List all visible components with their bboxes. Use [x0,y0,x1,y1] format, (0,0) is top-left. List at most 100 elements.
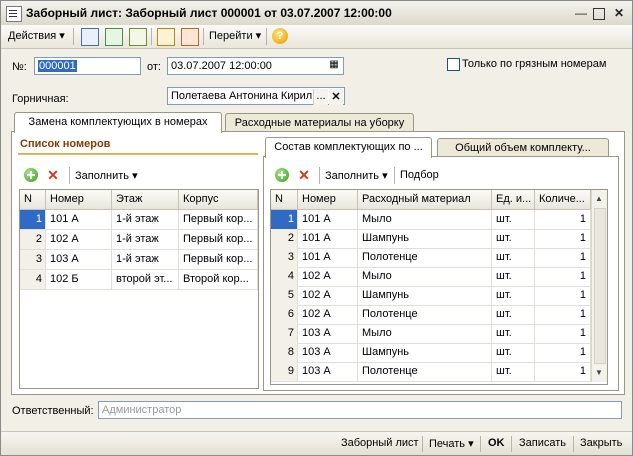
select-button[interactable]: Подбор [400,169,439,181]
dropdown-arrow-icon: ▾ [255,30,262,42]
scroll-down-icon[interactable]: ▼ [592,366,606,380]
goto-menu[interactable]: Перейти ▾ [209,28,261,44]
maximize-icon[interactable] [593,8,605,20]
unit-cell: шт. [492,229,535,248]
divider [151,28,152,45]
rooms-group-title: Список номеров [20,138,111,150]
close-button[interactable]: Закрыть [580,437,622,449]
table-row[interactable]: 2 101 А Шампунь шт. 1 [271,229,591,249]
table-row[interactable]: 3 103 А 1-й этаж Первый кор... [20,250,258,270]
scroll-thumb[interactable] [594,208,606,364]
row-number: 9 [271,362,298,381]
material-cell: Шампунь [358,286,492,305]
col-n[interactable]: N [271,190,298,209]
room-cell: 103 А [298,343,358,362]
row-number: 2 [271,229,298,248]
table-row[interactable]: 8 103 А Шампунь шт. 1 [271,343,591,363]
tab-components-total[interactable]: Общий объем комплекту... [437,138,609,157]
document-window: Заборный лист: Заборный лист 000001 от 0… [0,0,633,456]
table-row[interactable]: 1 101 А Мыло шт. 1 [271,210,591,230]
unit-cell: шт. [492,343,535,362]
floor-cell: второй эт... [112,270,179,289]
minimize-icon[interactable]: — [574,6,588,20]
goto-label: Перейти [209,30,253,42]
help-icon[interactable]: ? [272,28,288,44]
table-row[interactable]: 2 102 А 1-й этаж Первый кор... [20,230,258,250]
unit-cell: шт. [492,286,535,305]
tab-components-composition[interactable]: Состав комплектующих по ... [265,137,432,158]
divider [266,28,267,45]
col-n[interactable]: N [20,190,46,209]
document-print-button[interactable]: Заборный лист [341,437,419,449]
quantity-cell: 1 [535,286,591,305]
row-number: 6 [271,305,298,324]
tab-consumables-cleaning[interactable]: Расходные материалы на уборку [225,113,414,132]
calendar-icon[interactable]: ▦ [327,58,341,72]
post-document-icon[interactable] [81,28,99,46]
add-row-icon[interactable] [275,168,289,182]
table-row[interactable]: 7 103 А Мыло шт. 1 [271,324,591,344]
maid-clear-icon[interactable]: ✕ [329,89,343,105]
room-cell: 103 А [298,324,358,343]
divider [511,436,512,452]
room-cell: 103 А [46,250,112,269]
delete-row-icon[interactable]: ✕ [297,168,311,182]
refresh-icon[interactable] [105,28,123,46]
row-number: 3 [20,250,46,269]
based-on-icon[interactable] [157,28,175,46]
col-building[interactable]: Корпус [179,190,258,209]
components-fill-menu[interactable]: Заполнить ▾ [325,169,388,182]
fill-label: Заполнить [325,170,380,182]
table-row[interactable]: 4 102 Б второй эт... Второй кор... [20,270,258,290]
table-row[interactable]: 6 102 А Полотенце шт. 1 [271,305,591,325]
responsible-field[interactable]: Администратор [98,401,622,419]
maid-select-button[interactable]: ... [313,89,328,105]
close-window-icon[interactable]: ✕ [612,6,626,20]
number-field[interactable]: 000001 [34,57,141,75]
delete-row-icon[interactable]: ✕ [46,168,60,182]
table-row[interactable]: 1 101 А 1-й этаж Первый кор... [20,210,258,230]
material-cell: Полотенце [358,305,492,324]
movements-icon[interactable] [181,28,199,46]
responsible-value: Администратор [102,404,182,416]
ok-button[interactable]: OK [488,437,505,449]
dropdown-arrow-icon: ▾ [468,438,474,450]
unit-cell: шт. [492,362,535,381]
date-value: 03.07.2007 12:00:00 [171,60,272,72]
col-floor[interactable]: Этаж [112,190,179,209]
tab-components-replacement[interactable]: Замена комплектующих в номерах [14,112,222,133]
col-unit[interactable]: Ед. и... [492,190,535,209]
room-cell: 102 А [298,286,358,305]
room-cell: 102 А [298,305,358,324]
add-row-icon[interactable] [24,168,38,182]
table-row[interactable]: 4 102 А Мыло шт. 1 [271,267,591,287]
rooms-fill-menu[interactable]: Заполнить ▾ [75,169,138,182]
col-material[interactable]: Расходный материал [358,190,492,209]
rooms-table-header: N Номер Этаж Корпус [20,190,258,210]
print-menu[interactable]: Печать ▾ [429,437,474,450]
date-field[interactable]: 03.07.2007 12:00:00 [167,57,344,75]
col-room[interactable]: Номер [298,190,358,209]
quantity-cell: 1 [535,210,591,229]
material-cell: Полотенце [358,362,492,381]
document-icon [6,6,22,22]
new-document-icon[interactable] [129,28,147,46]
actions-menu[interactable]: Действия ▾ [8,28,65,44]
vertical-scrollbar[interactable]: ▲ ▼ [591,190,607,382]
unit-cell: шт. [492,324,535,343]
col-room[interactable]: Номер [46,190,112,209]
dropdown-arrow-icon: ▾ [132,170,138,182]
scroll-up-icon[interactable]: ▲ [592,192,606,206]
table-row[interactable]: 9 103 А Полотенце шт. 1 [271,362,591,382]
save-button[interactable]: Записать [519,437,566,449]
col-quantity[interactable]: Количе... [535,190,591,209]
building-cell: Первый кор... [179,230,258,249]
floor-cell: 1-й этаж [112,250,179,269]
dirty-only-checkbox[interactable] [447,58,460,71]
table-row[interactable]: 3 101 А Полотенце шт. 1 [271,248,591,268]
table-row[interactable]: 5 102 А Шампунь шт. 1 [271,286,591,306]
material-cell: Мыло [358,267,492,286]
dropdown-arrow-icon: ▾ [382,170,388,182]
room-cell: 102 А [298,267,358,286]
divider [480,436,481,452]
